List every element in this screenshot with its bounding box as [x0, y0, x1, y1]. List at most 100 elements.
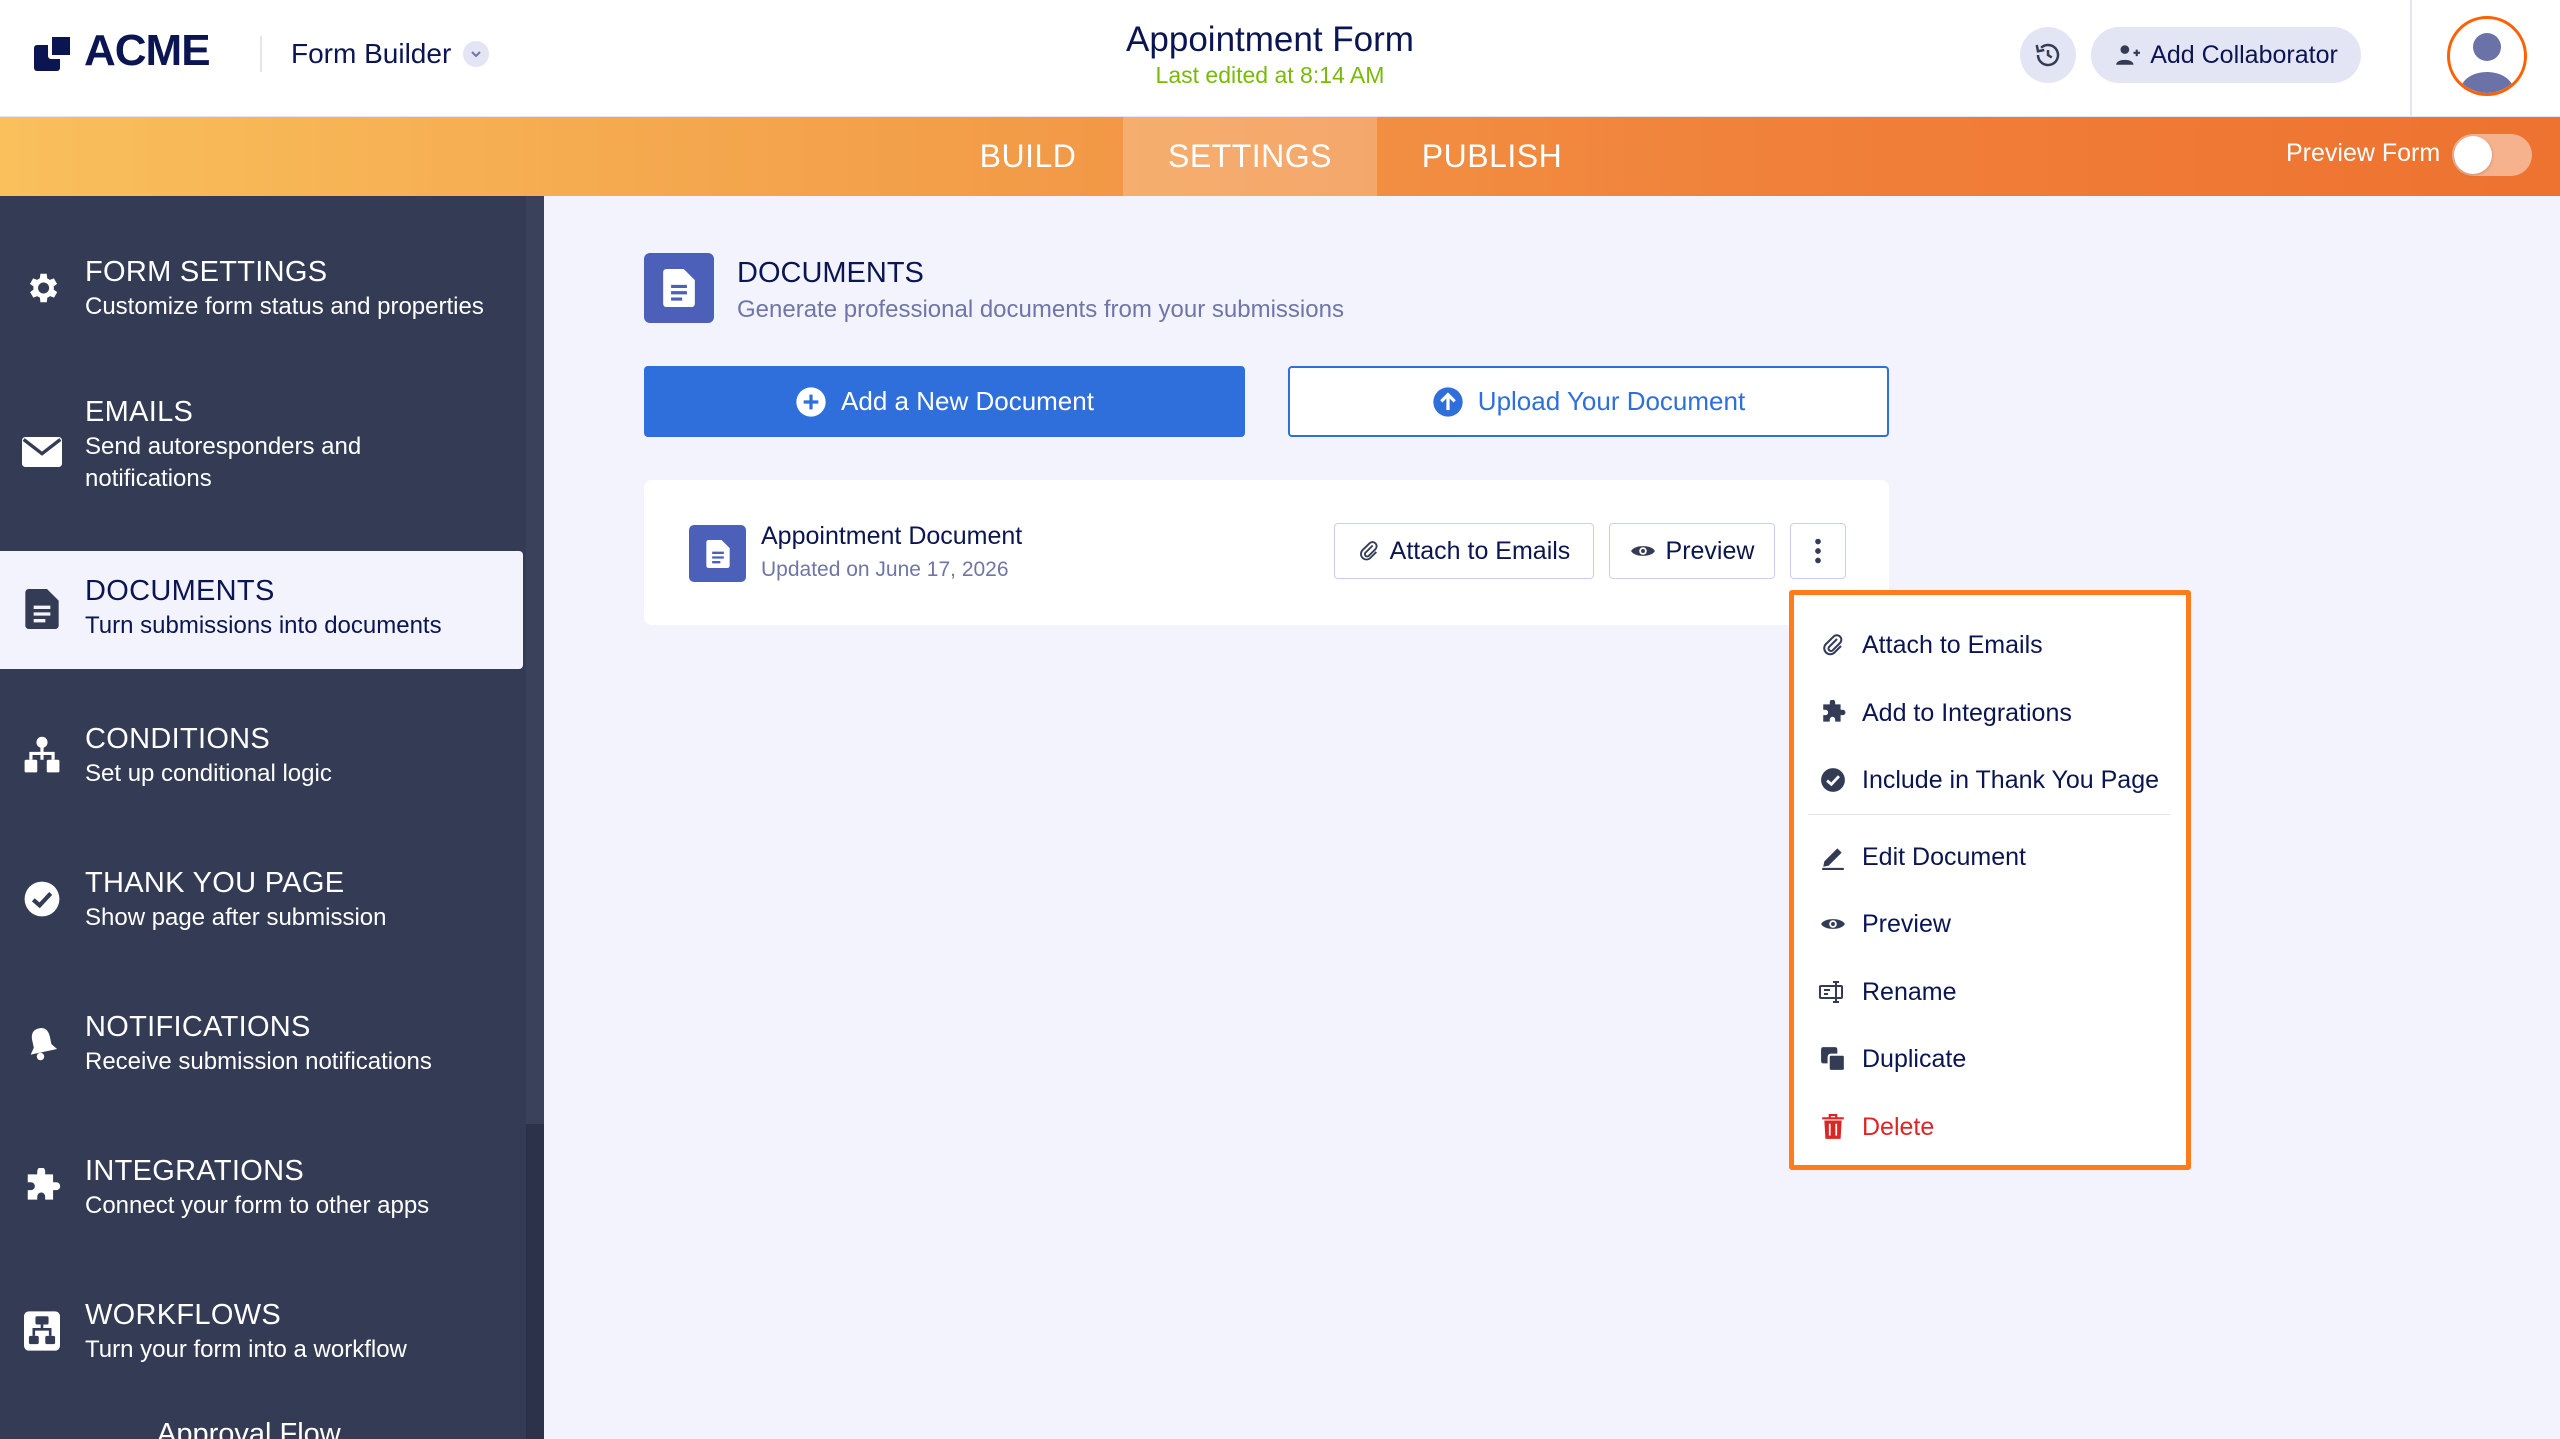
envelope-icon	[22, 432, 62, 472]
tab-settings[interactable]: SETTINGS	[1123, 117, 1377, 196]
sidebar-item-subtitle: Turn your form into a workflow	[85, 1336, 407, 1363]
add-collaborator-button[interactable]: Add Collaborator	[2091, 27, 2361, 83]
sidebar-item-form-settings[interactable]: FORM SETTINGS Customize form status and …	[0, 256, 523, 356]
sidebar-item-integrations[interactable]: INTEGRATIONS Connect your form to other …	[0, 1155, 523, 1235]
kebab-menu-icon	[1815, 538, 1821, 564]
sidebar-item-subtitle: Receive submission notifications	[85, 1048, 432, 1075]
bell-icon	[22, 1023, 62, 1063]
preview-form-toggle[interactable]	[2452, 134, 2532, 176]
menu-item-add-to-integrations[interactable]: Add to Integrations	[1794, 685, 2186, 741]
document-icon	[663, 269, 695, 307]
menu-item-label: Edit Document	[1862, 842, 2026, 871]
sidebar-item-title: THANK YOU PAGE	[85, 867, 345, 899]
tab-publish[interactable]: PUBLISH	[1377, 117, 1607, 196]
menu-item-rename[interactable]: Rename	[1794, 964, 2186, 1020]
workflow-icon	[22, 1311, 62, 1351]
rename-icon	[1819, 978, 1847, 1006]
sidebar-item-title: DOCUMENTS	[85, 575, 275, 607]
check-circle-icon	[22, 879, 62, 919]
sidebar-item-subtitle: Set up conditional logic	[85, 760, 332, 787]
preview-form-label: Preview Form	[2286, 139, 2441, 167]
trash-icon	[1819, 1113, 1847, 1141]
sidebar-item-subtitle: Show page after submission	[85, 904, 387, 931]
page-subtitle: Generate professional documents from you…	[737, 296, 1344, 323]
sidebar-item-thank-you-page[interactable]: THANK YOU PAGE Show page after submissio…	[0, 867, 523, 947]
gear-icon	[22, 268, 62, 308]
puzzle-icon	[22, 1167, 62, 1207]
plus-circle-icon	[796, 386, 826, 417]
sidebar-item-title: EMAILS	[85, 396, 194, 428]
sidebar-item-title: NOTIFICATIONS	[85, 1011, 311, 1043]
menu-item-label: Preview	[1862, 909, 1951, 938]
sidebar-item-title: INTEGRATIONS	[85, 1155, 304, 1187]
eye-icon	[1819, 910, 1847, 938]
tab-build[interactable]: BUILD	[953, 117, 1103, 196]
menu-item-label: Attach to Emails	[1862, 630, 2043, 659]
sidebar-item-workflows[interactable]: WORKFLOWS Turn your form into a workflow	[0, 1299, 523, 1379]
sidebar-item-notifications[interactable]: NOTIFICATIONS Receive submission notific…	[0, 1011, 523, 1091]
upload-document-button[interactable]: Upload Your Document	[1288, 366, 1889, 437]
menu-item-include-in-thank-you-page[interactable]: Include in Thank You Page	[1794, 752, 2186, 808]
menu-item-attach-to-emails[interactable]: Attach to Emails	[1794, 617, 2186, 673]
sidebar-item-subtitle: Send autoresponders and notifications	[85, 433, 362, 492]
toggle-knob	[2454, 136, 2492, 174]
sidebar-item-conditions[interactable]: CONDITIONS Set up conditional logic	[0, 723, 523, 803]
menu-item-label: Include in Thank You Page	[1862, 765, 2160, 794]
more-options-button[interactable]	[1790, 523, 1846, 579]
settings-sidebar: FORM SETTINGS Customize form status and …	[0, 196, 544, 1439]
sidebar-item-title: CONDITIONS	[85, 723, 271, 755]
document-options-menu: Attach to Emails Add to Integrations Inc…	[1789, 590, 2191, 1170]
header-divider-right	[2410, 0, 2412, 117]
sidebar-item-emails[interactable]: EMAILS Send autoresponders and notificat…	[0, 396, 523, 516]
menu-item-label: Delete	[1862, 1112, 1935, 1141]
eye-icon	[1630, 546, 1655, 556]
attach-to-emails-label: Attach to Emails	[1389, 536, 1571, 565]
add-new-document-label: Add a New Document	[841, 386, 1094, 416]
paperclip-icon	[1819, 631, 1847, 659]
sitemap-icon	[22, 735, 62, 775]
menu-item-label: Add to Integrations	[1862, 698, 2072, 727]
menu-divider	[1808, 814, 2170, 815]
document-card: Appointment Document Updated on June 17,…	[644, 480, 1889, 625]
sidebar-overflow-approval-flow[interactable]: Approval Flow	[157, 1418, 341, 1439]
menu-item-label: Duplicate	[1862, 1044, 1967, 1073]
sidebar-item-subtitle: Connect your form to other apps	[85, 1192, 430, 1219]
document-updated-date: Updated on June 17, 2026	[761, 558, 1009, 581]
add-collaborator-label: Add Collaborator	[2150, 40, 2338, 69]
avatar[interactable]	[2447, 16, 2527, 96]
attach-to-emails-button[interactable]: Attach to Emails	[1334, 523, 1594, 579]
top-header: ACME Form Builder Appointment Form Last …	[0, 0, 2560, 117]
duplicate-icon	[1819, 1045, 1847, 1073]
sidebar-scrollbar-thumb[interactable]	[526, 196, 544, 1124]
paperclip-icon	[1359, 541, 1378, 561]
preview-button[interactable]: Preview	[1609, 523, 1775, 579]
sidebar-item-subtitle: Customize form status and properties	[85, 293, 484, 320]
document-card-icon	[689, 525, 746, 582]
upload-document-label: Upload Your Document	[1477, 386, 1746, 416]
sidebar-item-title: WORKFLOWS	[85, 1299, 282, 1331]
menu-item-delete[interactable]: Delete	[1794, 1099, 2186, 1155]
pencil-icon	[1819, 843, 1847, 871]
menu-item-duplicate[interactable]: Duplicate	[1794, 1031, 2186, 1087]
menu-item-preview[interactable]: Preview	[1794, 896, 2186, 952]
history-button[interactable]	[2020, 27, 2076, 83]
add-user-icon	[2116, 45, 2141, 65]
user-avatar-icon	[2460, 33, 2514, 93]
sidebar-item-subtitle: Turn submissions into documents	[85, 612, 442, 639]
menu-item-label: Rename	[1862, 977, 1957, 1006]
sidebar-item-documents[interactable]: DOCUMENTS Turn submissions into document…	[0, 551, 523, 669]
puzzle-icon	[1819, 699, 1847, 727]
add-new-document-button[interactable]: Add a New Document	[644, 366, 1245, 437]
document-icon	[705, 539, 730, 568]
upload-circle-icon	[1433, 386, 1463, 417]
document-name[interactable]: Appointment Document	[761, 522, 1022, 551]
menu-item-edit-document[interactable]: Edit Document	[1794, 829, 2186, 885]
document-icon	[22, 589, 62, 629]
documents-header-icon	[644, 253, 714, 323]
sidebar-item-title: FORM SETTINGS	[85, 256, 328, 288]
preview-label: Preview	[1665, 536, 1755, 565]
history-icon	[2035, 43, 2060, 67]
check-circle-icon	[1819, 766, 1847, 794]
main-nav-bar: BUILD SETTINGS PUBLISH Preview Form	[0, 117, 2560, 196]
page-title: DOCUMENTS	[737, 257, 924, 289]
